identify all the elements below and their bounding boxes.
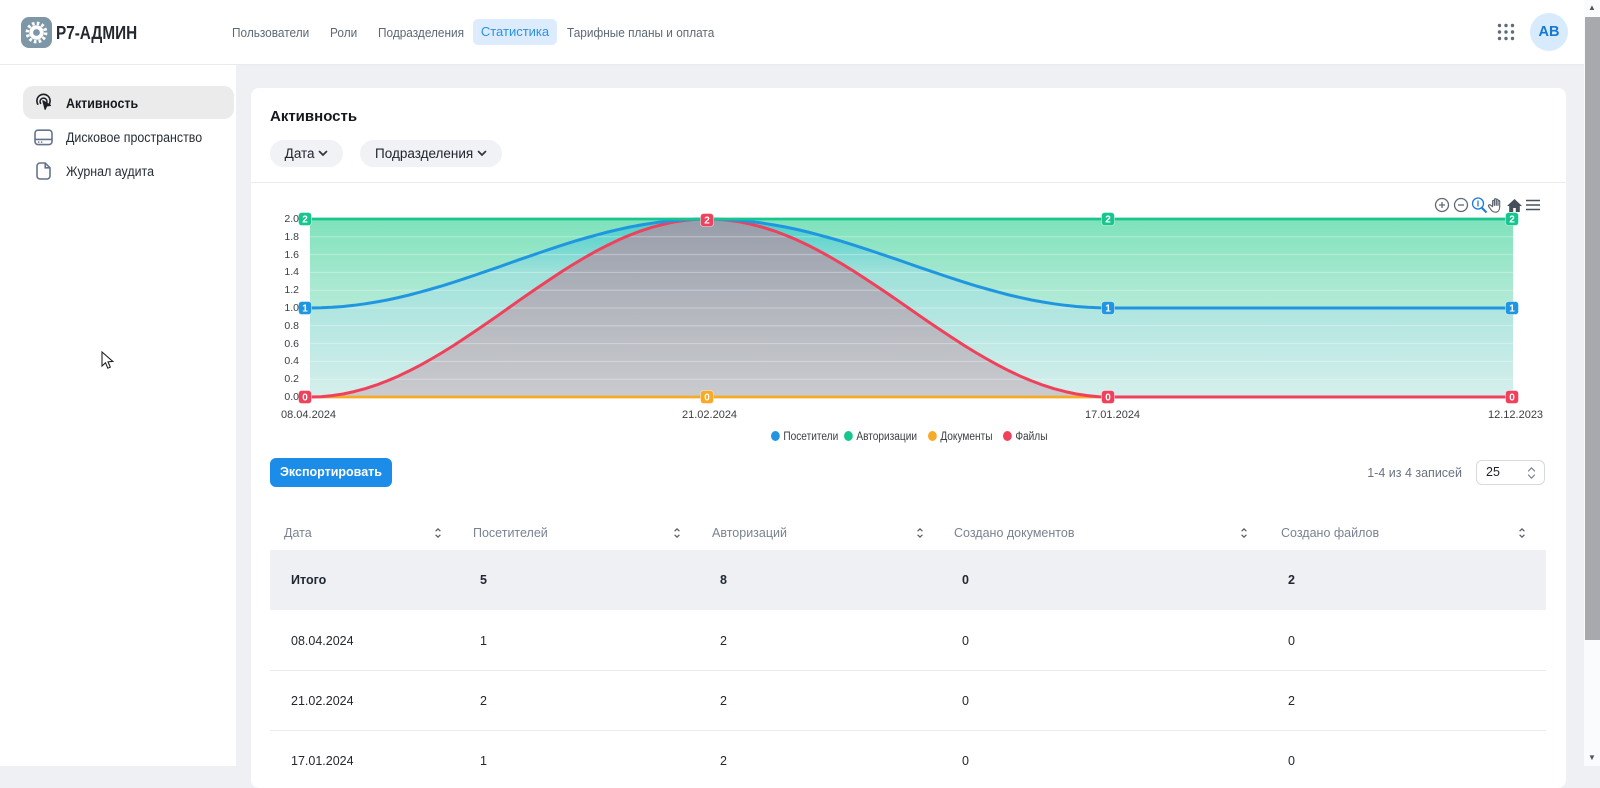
svg-text:2: 2 bbox=[1105, 214, 1111, 225]
svg-text:1: 1 bbox=[1105, 303, 1111, 314]
svg-text:0: 0 bbox=[1509, 392, 1515, 403]
svg-text:2: 2 bbox=[704, 215, 710, 226]
svg-text:2: 2 bbox=[1509, 214, 1515, 225]
svg-text:0: 0 bbox=[302, 392, 308, 403]
svg-text:2: 2 bbox=[302, 214, 308, 225]
svg-text:0: 0 bbox=[704, 392, 710, 403]
svg-text:1: 1 bbox=[302, 303, 308, 314]
svg-text:0: 0 bbox=[1105, 392, 1111, 403]
svg-text:1: 1 bbox=[1509, 303, 1515, 314]
